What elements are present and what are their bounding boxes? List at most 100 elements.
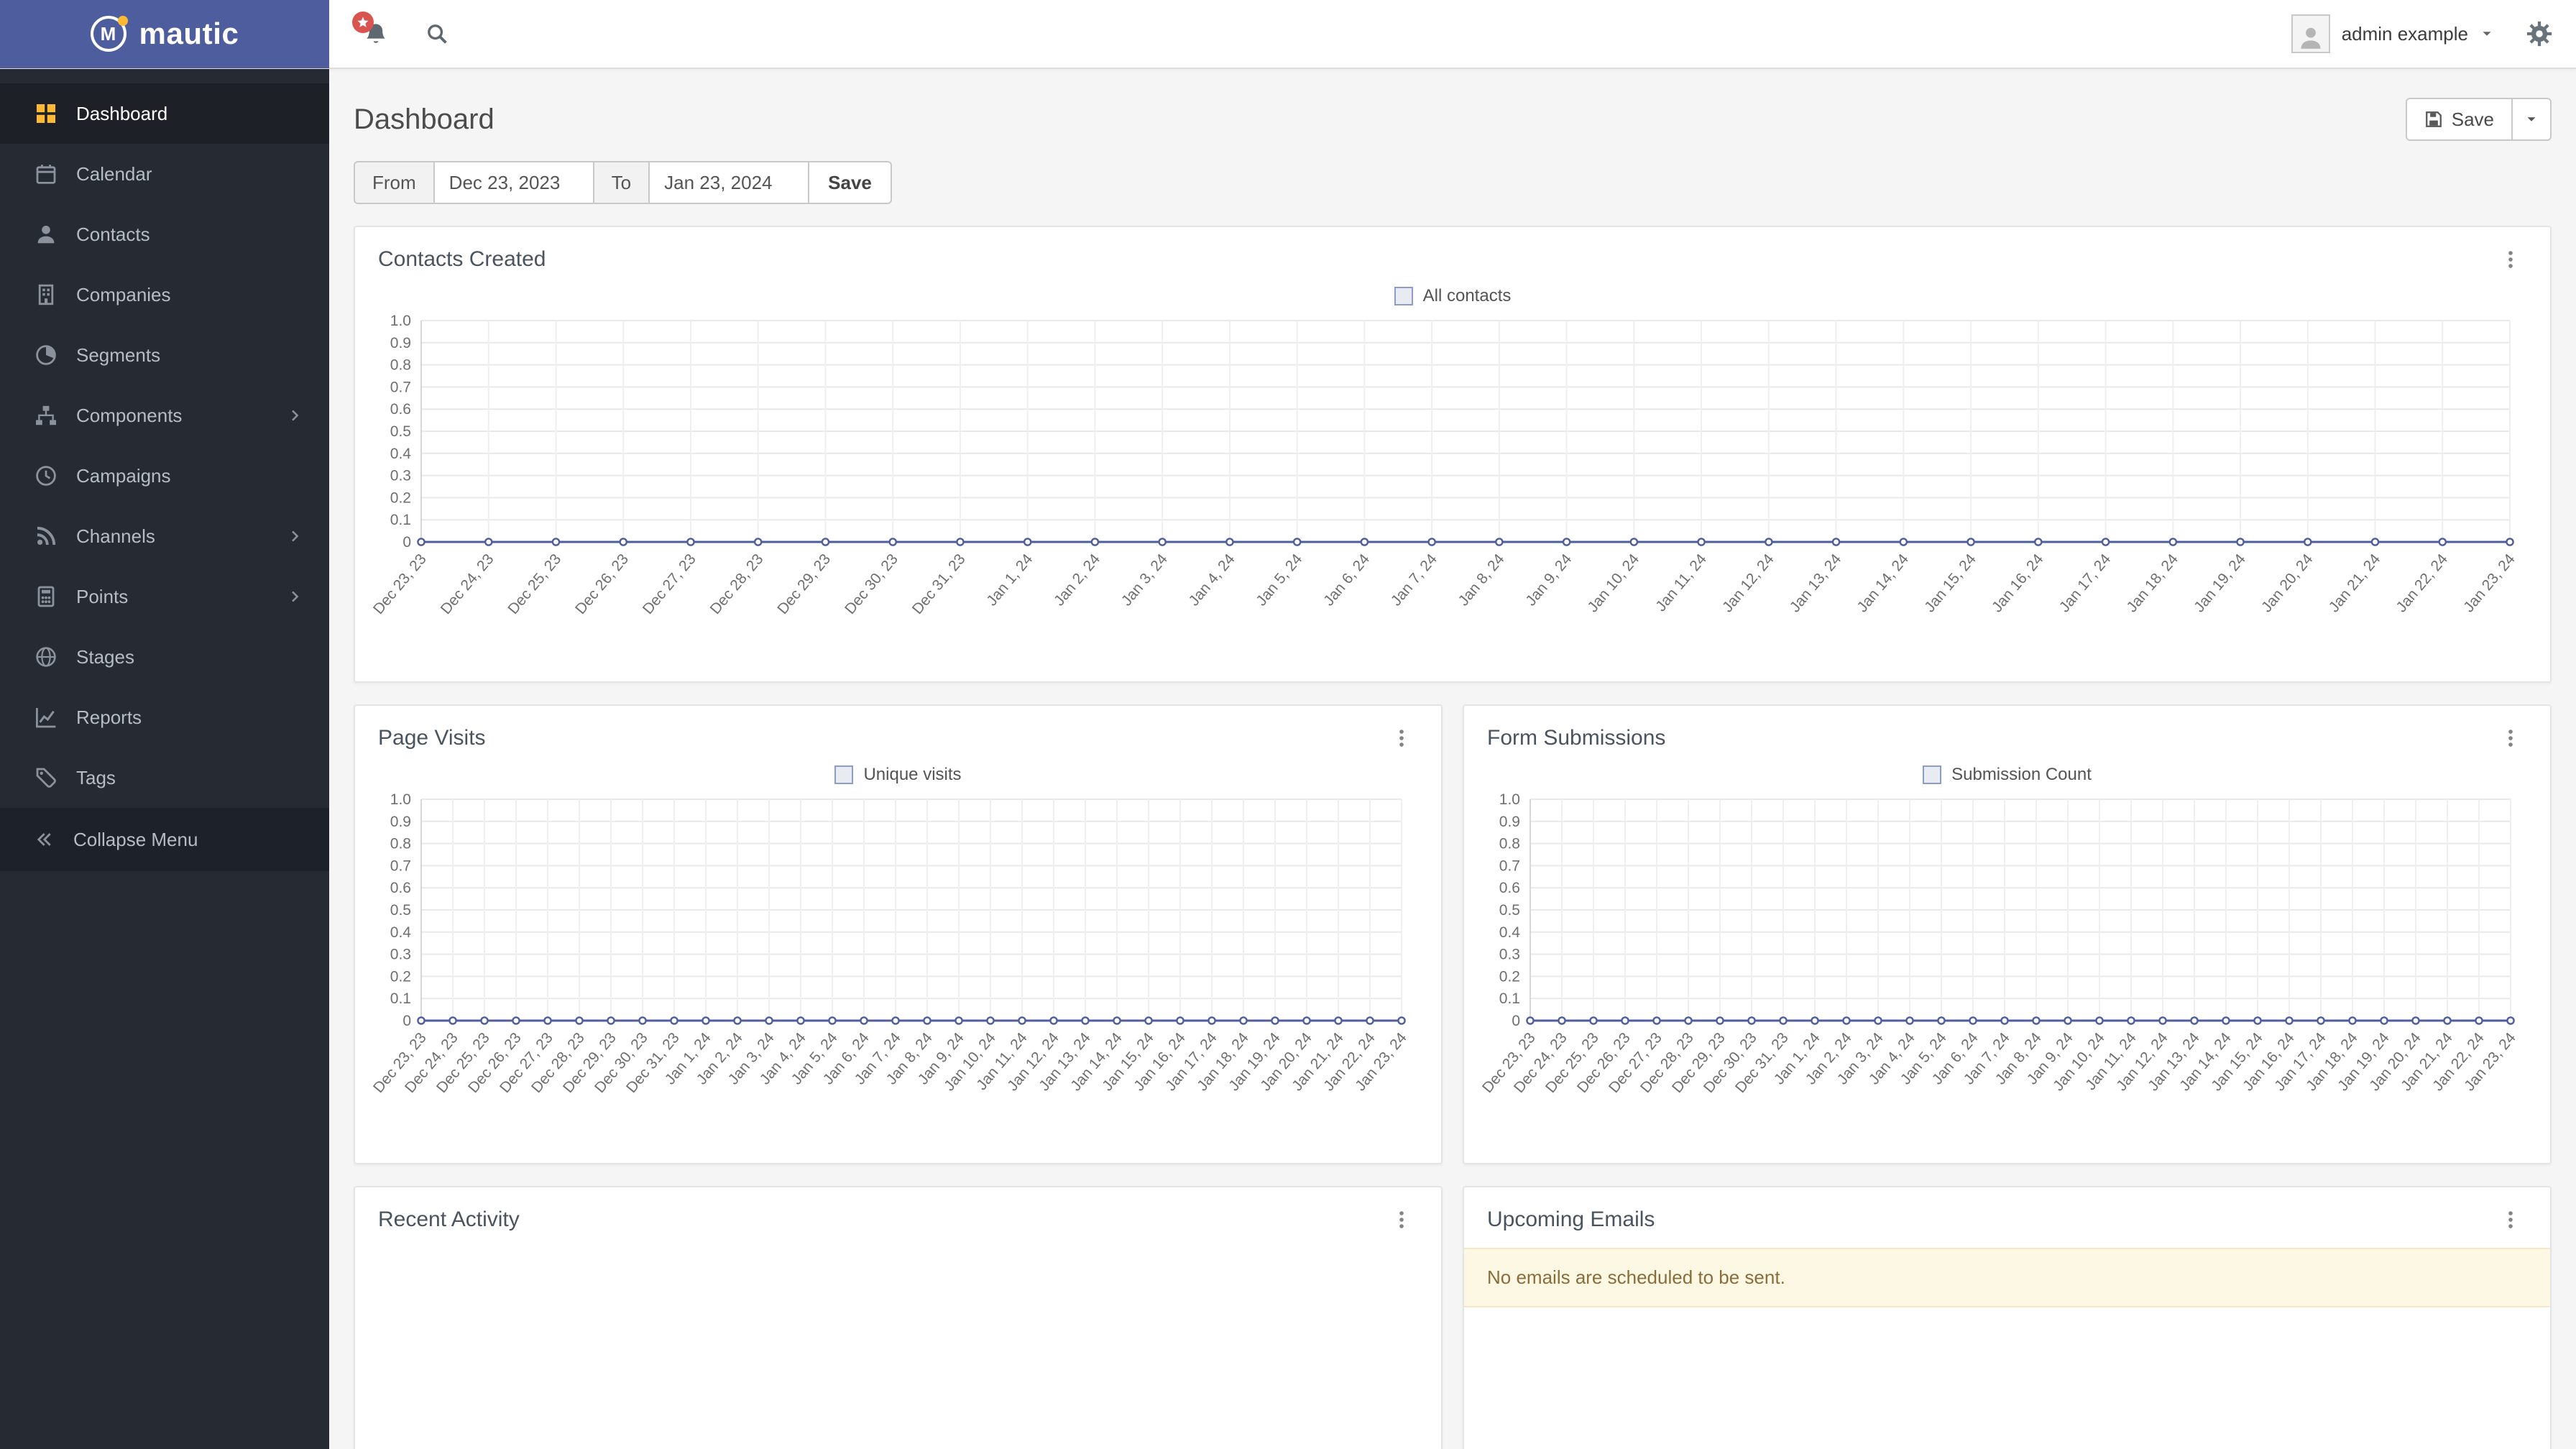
svg-text:0.2: 0.2 bbox=[390, 489, 411, 506]
svg-text:Jan 21, 24: Jan 21, 24 bbox=[2326, 551, 2384, 615]
ellipsis-vertical-icon bbox=[2500, 727, 2521, 749]
svg-text:0: 0 bbox=[402, 534, 411, 551]
search-button[interactable] bbox=[420, 17, 454, 51]
panel-menu-button[interactable] bbox=[1385, 724, 1418, 752]
ellipsis-vertical-icon bbox=[1391, 1209, 1412, 1230]
svg-text:1.0: 1.0 bbox=[390, 313, 411, 329]
sidebar-item-tags[interactable]: Tags bbox=[0, 748, 329, 808]
svg-text:Dec 24, 23: Dec 24, 23 bbox=[438, 551, 497, 617]
svg-text:Jan 10, 24: Jan 10, 24 bbox=[1585, 551, 1643, 615]
svg-text:Dec 27, 23: Dec 27, 23 bbox=[640, 551, 699, 617]
svg-text:0.5: 0.5 bbox=[1499, 902, 1520, 919]
caret-down-icon bbox=[2480, 27, 2494, 41]
save-dropdown-toggle[interactable] bbox=[2513, 98, 2552, 141]
date-to-input[interactable] bbox=[648, 161, 810, 204]
sidebar-item-companies[interactable]: Companies bbox=[0, 264, 329, 325]
chevron-right-icon bbox=[286, 407, 303, 424]
no-upcoming-emails-alert: No emails are scheduled to be sent. bbox=[1464, 1248, 2550, 1307]
person-icon bbox=[2297, 24, 2324, 52]
user-menu[interactable]: admin example bbox=[2291, 14, 2494, 53]
grid-icon bbox=[34, 102, 58, 125]
save-dashboard-button[interactable]: Save bbox=[2405, 98, 2513, 141]
svg-text:Jan 13, 24: Jan 13, 24 bbox=[1787, 551, 1845, 615]
panel-menu-button[interactable] bbox=[2494, 246, 2527, 273]
sidebar-item-channels[interactable]: Channels bbox=[0, 506, 329, 566]
gear-icon bbox=[2526, 20, 2553, 47]
line-chart-icon bbox=[34, 706, 58, 729]
chevron-right-icon bbox=[286, 588, 303, 605]
svg-text:Jan 2, 24: Jan 2, 24 bbox=[1051, 551, 1103, 609]
tag-icon bbox=[34, 766, 58, 789]
svg-text:0.5: 0.5 bbox=[390, 423, 411, 440]
apply-date-filter-button[interactable]: Save bbox=[808, 161, 892, 204]
sitemap-icon bbox=[34, 404, 58, 427]
svg-text:Jan 23, 24: Jan 23, 24 bbox=[2460, 551, 2518, 615]
mautic-logo-icon: M bbox=[90, 16, 128, 52]
sidebar-item-contacts[interactable]: Contacts bbox=[0, 204, 329, 264]
svg-text:Dec 26, 23: Dec 26, 23 bbox=[572, 551, 632, 617]
svg-text:0.8: 0.8 bbox=[390, 836, 411, 852]
settings-gear-button[interactable] bbox=[2520, 14, 2559, 53]
notifications-button[interactable] bbox=[352, 12, 394, 52]
svg-text:Jan 22, 24: Jan 22, 24 bbox=[2393, 551, 2451, 615]
date-from-input[interactable] bbox=[433, 161, 594, 204]
topbar-right: admin example bbox=[2291, 14, 2576, 53]
legend-label: Submission Count bbox=[1951, 765, 2092, 784]
save-split-button: Save bbox=[2405, 98, 2552, 141]
svg-text:Jan 20, 24: Jan 20, 24 bbox=[2258, 551, 2317, 615]
svg-text:0.2: 0.2 bbox=[390, 968, 411, 985]
contacts-created-panel: Contacts Created All contacts 1.0 0.9 0.8 0… bbox=[354, 226, 2552, 683]
legend-all-contacts[interactable]: All contacts bbox=[355, 286, 2550, 306]
svg-text:Dec 23, 23: Dec 23, 23 bbox=[370, 551, 430, 617]
double-chevron-left-icon bbox=[34, 829, 55, 850]
ellipsis-vertical-icon bbox=[2500, 249, 2521, 270]
form-submissions-chart: 1.00.90.80.70.60.50.40.30.20.10Dec 23, 2… bbox=[1479, 791, 2519, 1096]
svg-text:Dec 25, 23: Dec 25, 23 bbox=[505, 551, 564, 617]
date-from-label: From bbox=[354, 161, 435, 204]
sidebar-item-calendar[interactable]: Calendar bbox=[0, 144, 329, 204]
panel-menu-button[interactable] bbox=[1385, 1206, 1418, 1233]
svg-text:Jan 7, 24: Jan 7, 24 bbox=[1388, 551, 1440, 609]
recent-activity-panel: Recent Activity bbox=[354, 1186, 1443, 1449]
sidebar-item-label: Components bbox=[76, 404, 183, 426]
svg-text:Dec 30, 23: Dec 30, 23 bbox=[842, 551, 901, 617]
sidebar-item-label: Channels bbox=[76, 525, 155, 547]
ellipsis-vertical-icon bbox=[1391, 727, 1412, 749]
legend-submission-count[interactable]: Submission Count bbox=[1464, 765, 2550, 785]
svg-text:0.1: 0.1 bbox=[390, 512, 411, 528]
svg-text:0.9: 0.9 bbox=[1499, 814, 1520, 830]
sidebar-item-segments[interactable]: Segments bbox=[0, 325, 329, 385]
svg-text:Jan 5, 24: Jan 5, 24 bbox=[1253, 551, 1305, 609]
collapse-menu-button[interactable]: Collapse Menu bbox=[0, 808, 329, 871]
topbar: M mautic admin example bbox=[0, 0, 2576, 69]
svg-text:1.0: 1.0 bbox=[1499, 791, 1520, 808]
svg-text:0.9: 0.9 bbox=[390, 335, 411, 351]
legend-label: All contacts bbox=[1422, 286, 1512, 305]
panel-menu-button[interactable] bbox=[2494, 724, 2527, 752]
sidebar-item-label: Segments bbox=[76, 344, 161, 366]
sidebar-item-points[interactable]: Points bbox=[0, 566, 329, 627]
sidebar-item-campaigns[interactable]: Campaigns bbox=[0, 446, 329, 506]
user-avatar bbox=[2291, 14, 2330, 53]
calendar-icon bbox=[34, 162, 58, 185]
panel-menu-button[interactable] bbox=[2494, 1206, 2527, 1233]
svg-text:0.3: 0.3 bbox=[390, 947, 411, 963]
svg-text:0.1: 0.1 bbox=[1499, 990, 1520, 1007]
building-icon bbox=[34, 283, 58, 306]
sidebar-item-label: Tags bbox=[76, 766, 116, 788]
sidebar-item-stages[interactable]: Stages bbox=[0, 627, 329, 687]
sidebar-item-reports[interactable]: Reports bbox=[0, 687, 329, 748]
legend-label: Unique visits bbox=[863, 765, 962, 784]
svg-text:Dec 31, 23: Dec 31, 23 bbox=[909, 551, 969, 617]
rss-icon bbox=[34, 525, 58, 548]
mautic-logo[interactable]: M mautic bbox=[0, 0, 329, 68]
svg-text:Jan 4, 24: Jan 4, 24 bbox=[1186, 551, 1238, 609]
svg-text:0.4: 0.4 bbox=[390, 446, 412, 462]
sidebar-item-components[interactable]: Components bbox=[0, 385, 329, 446]
svg-text:Jan 19, 24: Jan 19, 24 bbox=[2191, 551, 2249, 615]
svg-text:Jan 15, 24: Jan 15, 24 bbox=[1921, 551, 1979, 615]
legend-unique-visits[interactable]: Unique visits bbox=[355, 765, 1441, 785]
sidebar-item-dashboard[interactable]: Dashboard bbox=[0, 83, 329, 144]
svg-text:0: 0 bbox=[1512, 1013, 1520, 1029]
panel-title-page-visits: Page Visits bbox=[378, 726, 486, 750]
